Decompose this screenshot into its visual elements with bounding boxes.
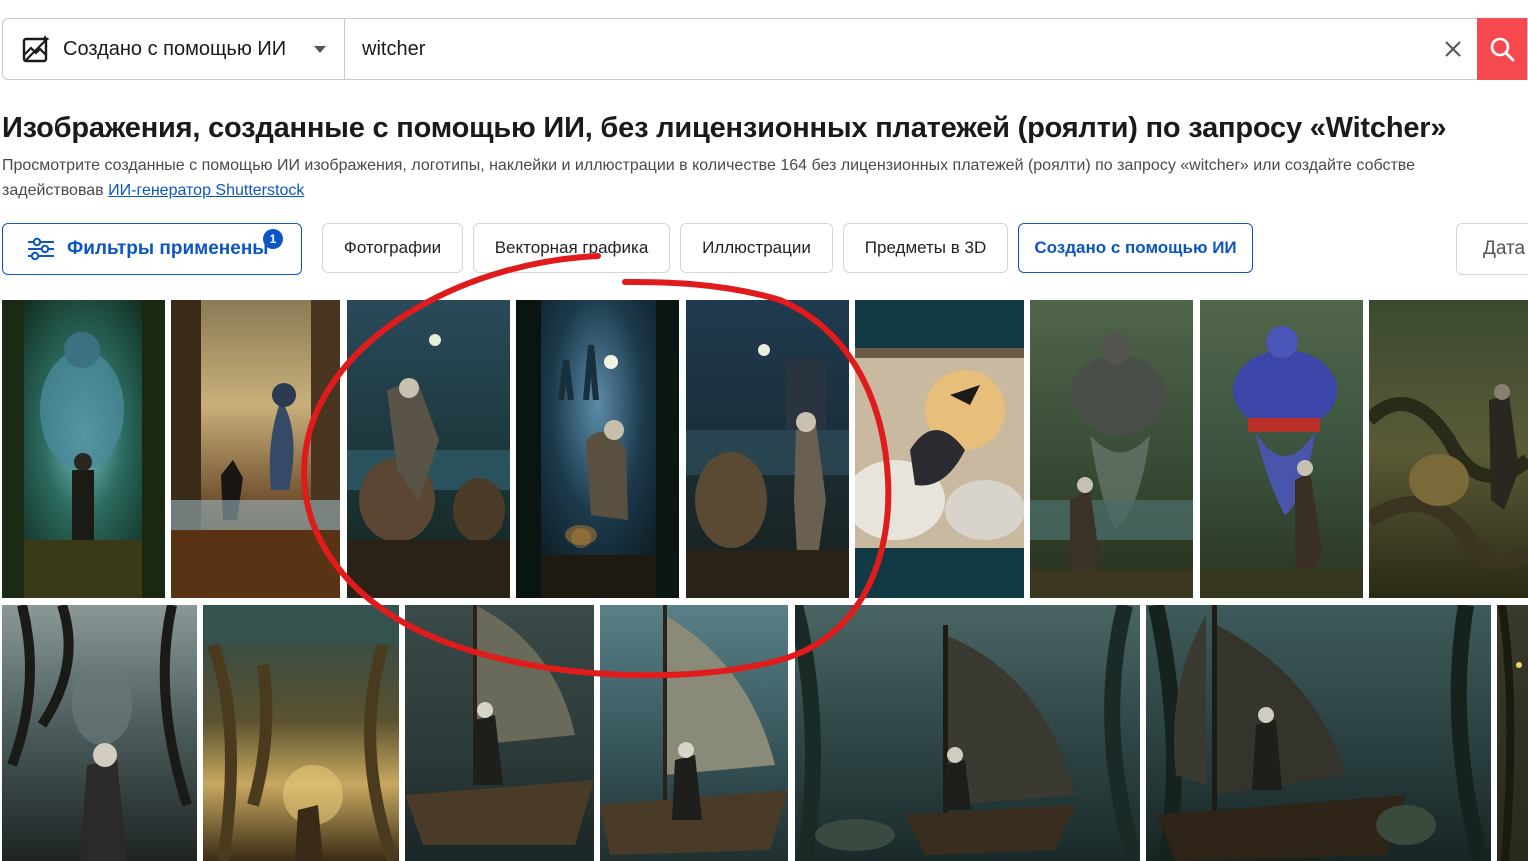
chip-ai-generated[interactable]: Создано с помощью ИИ bbox=[1018, 223, 1253, 273]
image-illustration bbox=[1200, 326, 1363, 598]
image-illustration bbox=[600, 605, 788, 855]
filter-sliders-icon bbox=[28, 237, 54, 261]
image-tile[interactable] bbox=[1497, 605, 1528, 861]
image-tile[interactable] bbox=[855, 300, 1024, 598]
search-icon bbox=[1490, 37, 1515, 62]
chip-vectors[interactable]: Векторная графика bbox=[473, 223, 670, 273]
image-tile[interactable] bbox=[171, 300, 340, 598]
image-tile[interactable] bbox=[2, 605, 197, 861]
image-tile[interactable] bbox=[203, 605, 399, 861]
search-bar: Создано с помощью ИИ bbox=[2, 18, 1528, 80]
image-illustration bbox=[1030, 332, 1193, 598]
search-query bbox=[345, 19, 1429, 79]
image-tile[interactable] bbox=[1369, 300, 1528, 598]
image-tile[interactable] bbox=[1146, 605, 1491, 861]
ai-image-icon bbox=[22, 35, 50, 63]
image-tile[interactable] bbox=[516, 300, 679, 598]
image-illustration bbox=[1369, 384, 1528, 571]
description-line: Просмотрите созданные с помощью ИИ изобр… bbox=[2, 157, 1415, 174]
image-illustration bbox=[7, 605, 192, 861]
image-illustration bbox=[855, 348, 1024, 548]
image-illustration bbox=[347, 334, 510, 598]
search-button[interactable] bbox=[1477, 18, 1527, 80]
chevron-down-icon bbox=[314, 45, 326, 53]
image-illustration bbox=[2, 300, 165, 598]
ai-generator-link[interactable]: ИИ-генератор Shutterstock bbox=[108, 182, 304, 199]
image-tile[interactable] bbox=[2, 300, 165, 598]
image-illustration bbox=[1498, 605, 1522, 861]
close-icon bbox=[1445, 41, 1461, 57]
image-tile[interactable] bbox=[347, 300, 510, 598]
asset-type-dropdown[interactable]: Создано с помощью ИИ bbox=[3, 19, 345, 79]
description-prefix: задействовав bbox=[2, 182, 109, 199]
search-input[interactable] bbox=[362, 37, 1429, 61]
asset-type-label: Создано с помощью ИИ bbox=[63, 37, 287, 60]
image-illustration bbox=[516, 300, 679, 598]
filters-button[interactable]: Фильтры применены 1 bbox=[2, 223, 302, 275]
image-tile[interactable] bbox=[600, 605, 788, 861]
date-sort-dropdown[interactable]: Дата bbox=[1456, 223, 1528, 275]
image-illustration bbox=[171, 300, 340, 598]
image-tile[interactable] bbox=[1030, 300, 1193, 598]
chip-photos[interactable]: Фотографии bbox=[322, 223, 463, 273]
image-illustration bbox=[686, 344, 849, 598]
image-illustration bbox=[795, 605, 1140, 861]
filters-count-badge: 1 bbox=[263, 229, 283, 249]
image-illustration bbox=[1148, 605, 1489, 861]
image-illustration bbox=[405, 605, 594, 861]
chip-3d-objects[interactable]: Предметы в 3D bbox=[843, 223, 1008, 273]
filters-label: Фильтры применены bbox=[67, 238, 269, 259]
description-line: задействовав ИИ-генератор Shutterstock bbox=[2, 178, 1528, 203]
chip-illustrations[interactable]: Иллюстрации bbox=[680, 223, 833, 273]
page-description: Просмотрите созданные с помощью ИИ изобр… bbox=[2, 153, 1528, 203]
image-tile[interactable] bbox=[686, 300, 849, 598]
image-illustration bbox=[203, 605, 399, 861]
clear-search-button[interactable] bbox=[1429, 19, 1477, 79]
image-tile[interactable] bbox=[405, 605, 594, 861]
page-title: Изображения, созданные с помощью ИИ, без… bbox=[2, 112, 1447, 144]
image-tile[interactable] bbox=[795, 605, 1140, 861]
image-tile[interactable] bbox=[1200, 300, 1363, 598]
